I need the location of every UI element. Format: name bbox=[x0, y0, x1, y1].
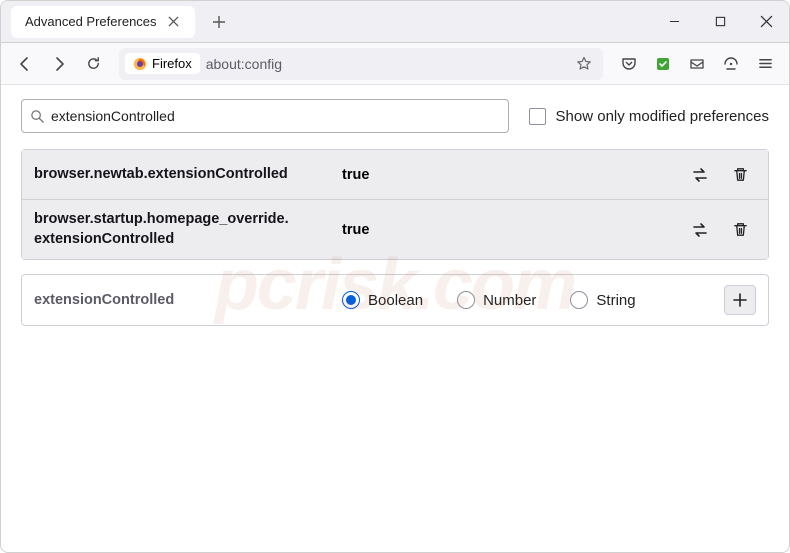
radio-string[interactable]: String bbox=[570, 291, 635, 309]
reload-button[interactable] bbox=[77, 48, 109, 80]
swap-icon bbox=[691, 166, 709, 184]
pref-actions bbox=[684, 216, 756, 244]
toggle-button[interactable] bbox=[684, 161, 716, 189]
close-icon[interactable] bbox=[167, 15, 181, 29]
pref-name: browser.newtab.extensionControlled bbox=[34, 165, 334, 185]
new-pref-name: extensionControlled bbox=[34, 292, 334, 308]
radio-icon bbox=[342, 291, 360, 309]
new-preference-row: extensionControlled Boolean Number Strin… bbox=[21, 274, 769, 326]
window-controls bbox=[651, 1, 789, 43]
close-window-button[interactable] bbox=[743, 1, 789, 43]
firefox-badge: Firefox bbox=[125, 53, 200, 74]
bookmark-star-icon[interactable] bbox=[571, 51, 597, 77]
back-button[interactable] bbox=[9, 48, 41, 80]
tab-title: Advanced Preferences bbox=[25, 14, 157, 29]
add-button[interactable] bbox=[724, 285, 756, 315]
maximize-button[interactable] bbox=[697, 1, 743, 43]
radio-label: Number bbox=[483, 292, 536, 309]
toggle-button[interactable] bbox=[684, 216, 716, 244]
plus-icon bbox=[733, 293, 747, 307]
content-area: Show only modified preferences browser.n… bbox=[1, 85, 789, 340]
minimize-button[interactable] bbox=[651, 1, 697, 43]
vpn-button[interactable] bbox=[715, 48, 747, 80]
delete-button[interactable] bbox=[724, 216, 756, 244]
checkbox-icon bbox=[529, 108, 546, 125]
trash-icon bbox=[732, 166, 749, 183]
type-radio-group: Boolean Number String bbox=[342, 291, 724, 309]
swap-icon bbox=[691, 221, 709, 239]
active-tab[interactable]: Advanced Preferences bbox=[11, 6, 195, 38]
pocket-button[interactable] bbox=[613, 48, 645, 80]
radio-boolean[interactable]: Boolean bbox=[342, 291, 423, 309]
checkbox-label: Show only modified preferences bbox=[556, 108, 769, 125]
preferences-list: browser.newtab.extensionControlled true … bbox=[21, 149, 769, 260]
pref-value: true bbox=[342, 222, 684, 238]
delete-button[interactable] bbox=[724, 161, 756, 189]
show-modified-checkbox[interactable]: Show only modified preferences bbox=[529, 108, 769, 125]
firefox-icon bbox=[133, 57, 147, 71]
radio-label: Boolean bbox=[368, 292, 423, 309]
badge-label: Firefox bbox=[152, 56, 192, 71]
search-box[interactable] bbox=[21, 99, 509, 133]
preference-row[interactable]: browser.startup.homepage_override. exten… bbox=[22, 200, 768, 259]
pref-name: browser.startup.homepage_override. exten… bbox=[34, 210, 334, 249]
radio-icon bbox=[457, 291, 475, 309]
inbox-button[interactable] bbox=[681, 48, 713, 80]
url-input[interactable] bbox=[206, 56, 565, 72]
radio-icon bbox=[570, 291, 588, 309]
pref-actions bbox=[684, 161, 756, 189]
forward-button[interactable] bbox=[43, 48, 75, 80]
radio-label: String bbox=[596, 292, 635, 309]
titlebar: Advanced Preferences bbox=[1, 1, 789, 43]
pref-value: true bbox=[342, 167, 684, 183]
search-row: Show only modified preferences bbox=[21, 99, 769, 133]
radio-number[interactable]: Number bbox=[457, 291, 536, 309]
toolbar: Firefox bbox=[1, 43, 789, 85]
browser-window: Advanced Preferences bbox=[0, 0, 790, 553]
trash-icon bbox=[732, 221, 749, 238]
preference-row[interactable]: browser.newtab.extensionControlled true bbox=[22, 150, 768, 200]
search-icon bbox=[30, 109, 45, 124]
new-tab-button[interactable] bbox=[205, 8, 233, 36]
extension-button[interactable] bbox=[647, 48, 679, 80]
menu-button[interactable] bbox=[749, 48, 781, 80]
url-bar[interactable]: Firefox bbox=[119, 48, 603, 80]
search-input[interactable] bbox=[51, 108, 500, 124]
